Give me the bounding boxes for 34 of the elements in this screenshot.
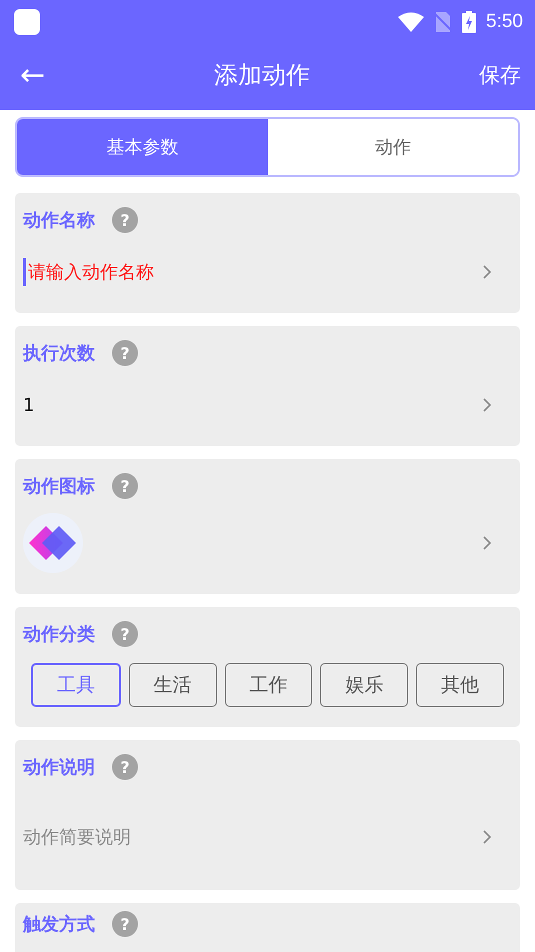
category-chip[interactable]: 生活: [128, 663, 217, 707]
help-icon[interactable]: ?: [112, 754, 138, 780]
category-chip[interactable]: 工作: [224, 663, 312, 707]
help-icon[interactable]: ?: [112, 207, 138, 233]
help-icon[interactable]: ?: [112, 340, 138, 366]
help-icon[interactable]: ?: [112, 911, 138, 937]
back-button[interactable]: ←: [20, 58, 46, 92]
help-icon[interactable]: ?: [112, 621, 138, 647]
battery-icon: [462, 11, 476, 33]
app-icon: [14, 9, 40, 35]
category-chip[interactable]: 其他: [416, 663, 504, 707]
count-value[interactable]: 1: [23, 394, 34, 416]
field-label: 动作名称: [23, 209, 95, 232]
input-field[interactable]: 请输入动作名称: [23, 258, 154, 286]
clock-time: 5:50: [486, 11, 523, 33]
save-button[interactable]: 保存: [478, 61, 521, 89]
field-label: 动作图标: [23, 475, 95, 498]
field-label: 动作说明: [23, 756, 95, 779]
page-title: 添加动作: [214, 60, 310, 91]
tab[interactable]: 基本参数: [17, 119, 268, 175]
diamond-logo-icon[interactable]: [23, 513, 83, 573]
field-label: 触发方式: [23, 913, 95, 936]
field-label: 动作分类: [23, 623, 95, 646]
chevron-icon: [482, 397, 492, 413]
field-label: 执行次数: [23, 342, 95, 365]
chevron-icon: [482, 535, 492, 551]
category-chip[interactable]: 工具: [31, 663, 121, 707]
chevron-icon: [482, 264, 492, 280]
chevron-icon: [482, 829, 492, 845]
no-sim-icon: [434, 12, 452, 32]
category-chip[interactable]: 娱乐: [320, 663, 408, 707]
help-icon[interactable]: ?: [112, 473, 138, 499]
description-field[interactable]: 动作简要说明: [23, 825, 131, 849]
wifi-icon: [398, 12, 424, 32]
